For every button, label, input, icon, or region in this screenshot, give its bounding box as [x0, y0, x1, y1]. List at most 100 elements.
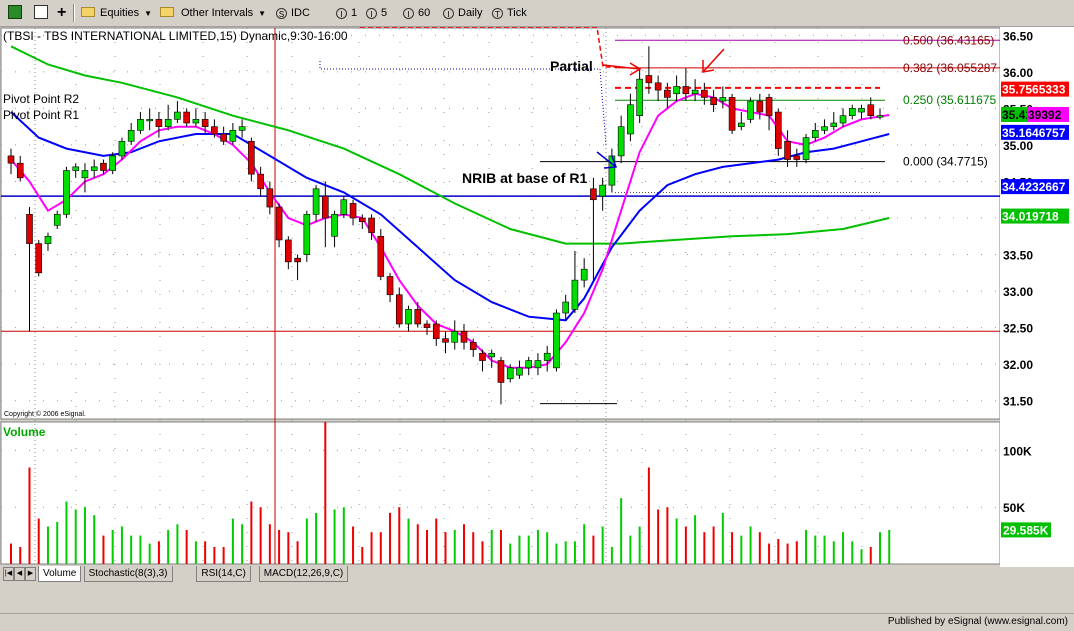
candle-body [543, 352, 551, 361]
candle-body [90, 166, 98, 171]
candle-body [719, 97, 727, 102]
interval-button-idc[interactable]: S IDC [276, 4, 310, 22]
interval-circle-icon: I [403, 7, 414, 19]
interval-button-tick[interactable]: T Tick [492, 4, 527, 22]
candle-body [654, 82, 662, 91]
candle-body [876, 115, 884, 118]
interval-button-label: Daily [458, 7, 483, 19]
candle-body [747, 100, 754, 120]
interval-button-daily[interactable]: I Daily [443, 4, 482, 22]
volume-title: Volume [3, 425, 46, 439]
price-badge-label: 35.7565333 [1002, 83, 1066, 97]
interval-button-60[interactable]: I 60 [403, 4, 430, 22]
candle-body [451, 330, 459, 343]
candle-body [285, 239, 292, 263]
candle [553, 309, 560, 372]
next-tab-button[interactable]: ▶ [25, 567, 36, 581]
candle-body [377, 235, 385, 277]
interval-button-label: 60 [418, 7, 431, 19]
symbol-menu[interactable]: Equities ▼ [100, 4, 152, 22]
candle-body [497, 360, 505, 383]
candle [35, 239, 43, 277]
candle-body [155, 119, 163, 127]
nrib-annotation: NRIB at base of R1 [462, 170, 587, 186]
price-chart[interactable]: (TBSI - TBS INTERNATIONAL LIMITED,15) Dy… [0, 27, 1074, 567]
tab-rsi[interactable]: RSI(14,C) [196, 566, 251, 582]
candle-body [756, 100, 764, 113]
candle-body [738, 122, 745, 127]
price-tick-label: 31.50 [1003, 395, 1033, 409]
candle-body [35, 243, 43, 274]
volume-badge-label: 29.585K [1003, 523, 1049, 537]
add-icon[interactable]: + [57, 4, 66, 22]
candle-body [211, 126, 218, 135]
candle-body [183, 111, 190, 124]
candle-body [16, 162, 24, 179]
price-tick-label: 35.00 [1003, 139, 1033, 153]
candle-body [53, 214, 61, 226]
candle-body [81, 170, 89, 179]
candle-body [506, 367, 514, 380]
candle-body [793, 155, 801, 160]
candle-body [765, 97, 773, 117]
prev-tab-button[interactable]: ◀ [14, 567, 25, 581]
folder-icon [160, 7, 174, 17]
chevron-down-icon: ▼ [258, 9, 267, 18]
candle-body [26, 214, 33, 244]
candle-body [775, 111, 782, 149]
price-tick-label: 36.50 [1003, 29, 1033, 43]
candle-body [516, 367, 523, 376]
study-tabs: |◀ ◀ ▶ Volume Stochastic(8(3),3) RSI(14,C)… [0, 566, 1000, 582]
properties-icon[interactable] [34, 5, 48, 19]
candle-body [405, 309, 412, 325]
pivot-r2-label: Pivot Point R2 [3, 92, 79, 106]
price-tick-label: 32.00 [1003, 358, 1033, 372]
candle [802, 133, 810, 164]
candle-body [100, 162, 107, 171]
chevron-down-icon: ▼ [144, 9, 153, 18]
chart-layout-icon[interactable] [8, 5, 22, 19]
interval-button-label: 1 [351, 7, 358, 19]
price-tick-label: 33.50 [1003, 249, 1033, 263]
interval-circle-icon: I [443, 7, 454, 19]
interval-menu-label: Other Intervals [181, 7, 254, 19]
candle-body [636, 78, 643, 117]
candle-body [220, 133, 227, 142]
candle-body [488, 352, 496, 358]
price-tick-label: 36.00 [1003, 66, 1033, 80]
symbol-menu-label: Equities [100, 7, 140, 19]
interval-button-1[interactable]: I1 [336, 4, 357, 22]
partial-annotation: Partial [550, 58, 593, 74]
candle-body [137, 119, 144, 131]
candle-body [368, 217, 375, 233]
candle-body [673, 86, 680, 95]
fib-label: 0.250 (35.611675 [903, 93, 997, 107]
candle-body [146, 119, 153, 122]
candle-body [691, 89, 699, 95]
interval-menu[interactable]: Other Intervals ▼ [181, 4, 266, 22]
candle-body [432, 323, 440, 339]
tab-volume[interactable]: Volume [38, 566, 82, 582]
candle-body [617, 126, 625, 157]
candle-body [867, 104, 875, 117]
candle-body [802, 137, 810, 160]
candle-body [821, 126, 828, 131]
candle-body [553, 312, 560, 369]
candle-body [164, 119, 172, 127]
folder-icon [81, 7, 95, 17]
tab-macd[interactable]: MACD(12,26,9,C) [258, 566, 349, 582]
tab-stochastic[interactable]: Stochastic(8(3),3) [83, 566, 173, 582]
candle-body [275, 206, 283, 241]
interval-circle-icon: I [336, 7, 347, 19]
candle-body [848, 108, 856, 117]
volume-tick-label: 100K [1003, 444, 1032, 458]
interval-button-5[interactable]: I5 [366, 4, 387, 22]
candle-body [118, 140, 126, 157]
candle-body [238, 126, 246, 131]
candle-body [266, 188, 274, 208]
candle-body [701, 89, 708, 98]
candle-body [839, 115, 847, 124]
first-tab-button[interactable]: |◀ [3, 567, 14, 581]
candle-body [322, 195, 329, 219]
candle-body [830, 122, 838, 127]
